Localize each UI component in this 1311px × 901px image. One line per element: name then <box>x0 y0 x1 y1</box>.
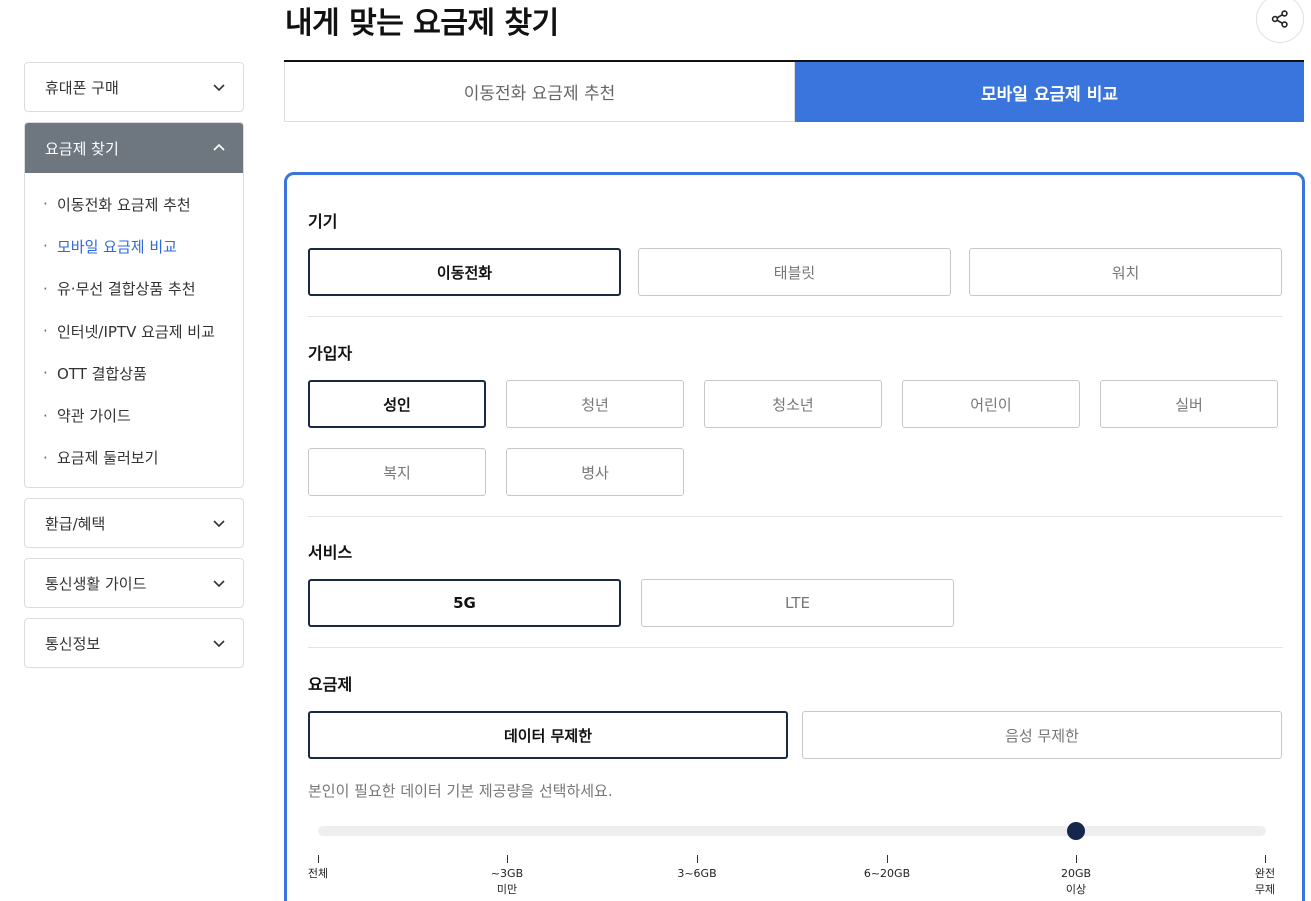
sidebar-subitem-label: 모바일 요금제 비교 <box>57 237 177 256</box>
subscriber-option-button[interactable]: 병사 <box>506 448 684 496</box>
subscriber-option-button[interactable]: 어린이 <box>902 380 1080 428</box>
device-option-button[interactable]: 태블릿 <box>638 248 951 296</box>
slider-tick-label[interactable]: 6~20GB <box>857 866 917 882</box>
bullet-dot: · <box>43 279 48 298</box>
subscriber-option-button[interactable]: 성인 <box>308 380 486 428</box>
tick-label-line: 완전 <box>1254 867 1276 880</box>
data-slider-track[interactable] <box>318 826 1266 836</box>
sidebar-subitem[interactable]: · 이동전화 요금제 추천 <box>25 183 243 225</box>
plan-option-button[interactable]: 음성 무제한 <box>802 711 1282 759</box>
slider-tick <box>507 855 508 863</box>
sidebar-item[interactable]: 환급/혜택 <box>24 498 244 549</box>
tab-plan[interactable]: 모바일 요금제 비교 <box>795 62 1304 122</box>
subscriber-option-button[interactable]: 실버 <box>1100 380 1278 428</box>
sidebar-item-label: 휴대폰 구매 <box>45 78 119 97</box>
slider-tick-label[interactable]: 20GB 이상 <box>1046 866 1106 898</box>
data-slider-thumb[interactable] <box>1067 822 1085 840</box>
tick-label-line: 무제 <box>1254 883 1276 896</box>
sidebar-subitem[interactable]: · 모바일 요금제 비교 <box>25 225 243 267</box>
slider-tick <box>318 855 319 863</box>
section-divider <box>308 516 1283 517</box>
page-title: 내게 맞는 요금제 찾기 <box>285 6 559 41</box>
tick-label-line: 20GB <box>1060 867 1092 880</box>
tick-label-line: 6~20GB <box>863 867 911 880</box>
chevron-down-icon <box>213 640 225 648</box>
tick-label-line: 3~6GB <box>677 867 717 880</box>
filter-panel: 기기 이동전화 태블릿 워치 가입자 성인 청년 청소년 어린이 실버복지 병사 서비스 5G… <box>284 172 1305 901</box>
sidebar-item[interactable]: 통신생활 가이드 <box>24 558 244 609</box>
sidebar-submenu: · 이동전화 요금제 추천 · 모바일 요금제 비교 · 유·무선 결합상품 추천 · 인터넷… <box>25 173 243 487</box>
sidebar-item-label: 환급/혜택 <box>45 514 106 533</box>
sidebar-subitem-label: 유·무선 결합상품 추천 <box>57 280 196 299</box>
slider-tick <box>887 855 888 863</box>
sidebar-subitem-label: 요금제 둘러보기 <box>57 449 159 468</box>
bullet-dot: · <box>43 448 48 467</box>
slider-tick-label[interactable]: ~3GB 미만 <box>477 866 537 898</box>
bullet-dot: · <box>43 237 48 256</box>
device-option-button[interactable]: 이동전화 <box>308 248 621 296</box>
sidebar-subitem-label: 이동전화 요금제 추천 <box>57 195 191 214</box>
tick-label-line: ~3GB <box>490 867 524 880</box>
share-button[interactable] <box>1256 0 1304 43</box>
sidebar-item[interactable]: 통신정보 <box>24 618 244 669</box>
share-icon <box>1271 10 1288 28</box>
sidebar-bottom-items: 환급/혜택통신생활 가이드통신정보 <box>24 498 244 669</box>
sidebar-group-plan-finder: 요금제 찾기 · 이동전화 요금제 추천 · 모바일 요금제 비교 · 유·무선 결합상품… <box>24 122 244 489</box>
sidebar-subitem[interactable]: · 인터넷/IPTV 요금제 비교 <box>25 310 243 352</box>
sidebar-subitem-label: 약관 가이드 <box>57 407 131 426</box>
chevron-down-icon <box>213 84 225 92</box>
slider-tick <box>1076 855 1077 863</box>
device-option-button[interactable]: 워치 <box>969 248 1282 296</box>
plan-section-label: 요금제 <box>308 675 353 694</box>
sidebar-subitem[interactable]: · 약관 가이드 <box>25 394 243 436</box>
subscriber-option-button[interactable]: 청년 <box>506 380 684 428</box>
subscriber-section-label: 가입자 <box>308 344 353 363</box>
service-section-label: 서비스 <box>308 543 353 562</box>
sidebar-item-label: 통신정보 <box>45 634 101 653</box>
tab-plan[interactable]: 이동전화 요금제 추천 <box>284 62 795 122</box>
slider-tick <box>697 855 698 863</box>
tick-label-line: 이상 <box>1065 883 1087 896</box>
bullet-dot: · <box>43 364 48 383</box>
slider-tick-label[interactable]: 3~6GB <box>667 866 727 882</box>
bullet-dot: · <box>43 322 48 341</box>
service-option-button[interactable]: LTE <box>641 579 954 627</box>
slider-tick-label[interactable]: 완전무제 <box>1235 866 1295 898</box>
sidebar-subitem[interactable]: · OTT 결합상품 <box>25 352 243 394</box>
tick-label-line: 전체 <box>307 867 329 880</box>
bullet-dot: · <box>43 195 48 214</box>
bullet-dot: · <box>43 406 48 425</box>
sidebar-subitem[interactable]: · 요금제 둘러보기 <box>25 437 243 479</box>
slider-tick-label[interactable]: 전체 <box>288 866 348 882</box>
sidebar-group-label: 요금제 찾기 <box>45 139 119 158</box>
sidebar-item-label: 통신생활 가이드 <box>45 574 147 593</box>
sidebar-nav: 휴대폰 구매 요금제 찾기 · 이동전화 요금제 추천 · 모바일 요금제 비교 · 유·… <box>24 62 244 678</box>
tick-label-line: 미만 <box>496 883 518 896</box>
subscriber-option-button[interactable]: 복지 <box>308 448 486 496</box>
slider-tick <box>1265 855 1266 863</box>
plan-option-button[interactable]: 데이터 무제한 <box>308 711 788 759</box>
chevron-down-icon <box>213 520 225 528</box>
sidebar-group-header[interactable]: 요금제 찾기 <box>25 123 243 173</box>
section-divider <box>308 647 1283 648</box>
chevron-up-icon <box>213 143 225 151</box>
chevron-down-icon <box>213 580 225 588</box>
sidebar-subitem-label: OTT 결합상품 <box>57 364 147 383</box>
section-divider <box>308 316 1283 317</box>
device-section-label: 기기 <box>308 212 338 231</box>
data-slider-hint: 본인이 필요한 데이터 기본 제공량을 선택하세요. <box>308 782 613 800</box>
plan-tabs: 이동전화 요금제 추천 모바일 요금제 비교 <box>284 60 1304 122</box>
service-option-button[interactable]: 5G <box>308 579 621 627</box>
sidebar-subitem-label: 인터넷/IPTV 요금제 비교 <box>57 322 215 341</box>
sidebar-item-phone-purchase[interactable]: 휴대폰 구매 <box>24 62 244 112</box>
subscriber-option-button[interactable]: 청소년 <box>704 380 882 428</box>
sidebar-subitem[interactable]: · 유·무선 결합상품 추천 <box>25 268 243 310</box>
